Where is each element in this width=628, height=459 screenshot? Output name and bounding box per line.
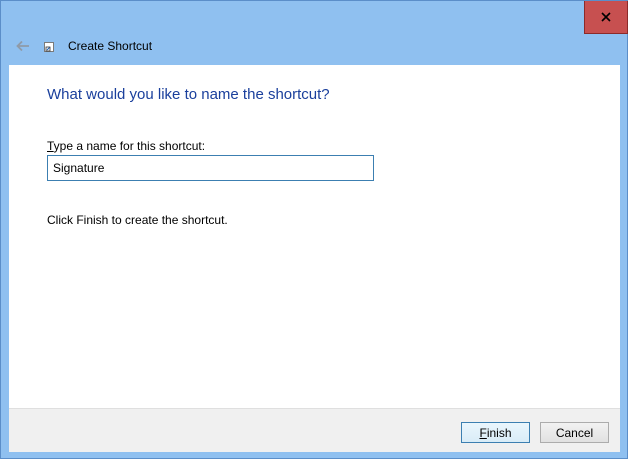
finish-button[interactable]: Finish xyxy=(461,422,530,443)
finish-mnemonic: F xyxy=(479,425,487,440)
label-text: ype a name for this shortcut: xyxy=(53,139,206,153)
shortcut-icon xyxy=(44,42,54,52)
wizard-header: Create Shortcut xyxy=(9,32,620,64)
finish-hint: Click Finish to create the shortcut. xyxy=(47,213,228,227)
back-arrow-icon xyxy=(16,40,29,52)
shortcut-name-input[interactable] xyxy=(47,155,374,181)
wizard-footer: Finish Cancel xyxy=(9,408,620,452)
finish-label: inish xyxy=(486,425,512,440)
wizard-content: What would you like to name the shortcut… xyxy=(9,65,620,408)
label-mnemonic: T xyxy=(47,139,54,153)
close-button[interactable] xyxy=(584,1,628,34)
page-heading: What would you like to name the shortcut… xyxy=(47,86,330,103)
close-icon xyxy=(601,12,611,22)
back-button[interactable] xyxy=(13,36,33,56)
cancel-button[interactable]: Cancel xyxy=(540,422,609,443)
wizard-title: Create Shortcut xyxy=(68,39,153,53)
create-shortcut-window: Create Shortcut What would you like to n… xyxy=(0,0,628,459)
shortcut-name-label: Type a name for this shortcut: xyxy=(47,139,205,153)
